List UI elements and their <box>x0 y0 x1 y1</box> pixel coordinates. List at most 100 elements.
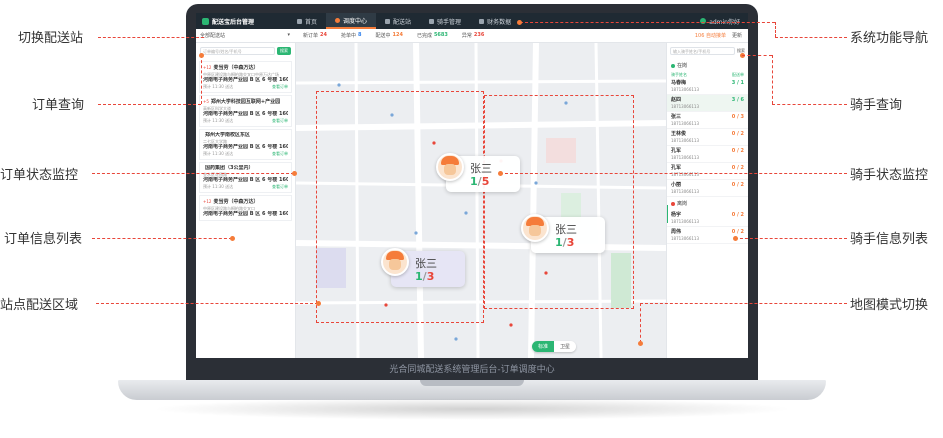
stat-new[interactable]: 新订单 24 <box>296 32 334 39</box>
rider-marker[interactable]: 张三 1/5 <box>436 153 520 192</box>
rider-row[interactable]: 小丽 18713066113 0 / 2 <box>667 180 748 197</box>
callout-map-mode: 地图模式切换 <box>850 298 929 313</box>
header-name: 骑手姓名 <box>671 72 687 77</box>
auto-accept-toggle[interactable]: 106 自动接单 <box>695 32 726 39</box>
order-card[interactable]: 国药集团（3公里内）金水区花园路河南电子商务产业园 B 区 6 号楼 1605 … <box>199 162 292 193</box>
nav-label: 首页 <box>305 18 318 26</box>
nav-finance[interactable]: 财务数据 <box>470 13 520 29</box>
user-menu[interactable]: admin你好 <box>700 17 748 26</box>
rider-row-load: 0 / 2 <box>731 131 744 137</box>
order-footer: 预计 11:30 送达 查看订单 <box>203 118 288 124</box>
rider-row[interactable]: 王林俊 18713066113 0 / 2 <box>667 129 748 146</box>
order-header: +12 麦当劳（中森万达） <box>203 64 288 72</box>
refresh-button[interactable]: 更新 <box>732 32 742 39</box>
rider-row[interactable]: 赵四 18713066113 3 / 6 <box>667 95 748 112</box>
nav-riders[interactable]: 骑手管理 <box>420 13 470 29</box>
callout-dot <box>638 341 643 346</box>
rider-marker[interactable]: 张三 1/3 <box>521 214 605 253</box>
callout-dot <box>230 236 235 241</box>
map-view[interactable]: 张三 1/5 张三 1/3 张三 1/3 标准 卫星 <box>296 43 666 358</box>
rider-icon <box>429 18 435 24</box>
stat-delivering[interactable]: 配送中 124 <box>368 32 409 39</box>
callout-dot <box>292 171 297 176</box>
callout-rider-status: 骑手状态监控 <box>850 168 929 183</box>
callout-leader <box>640 303 641 343</box>
callout-leader <box>775 37 847 38</box>
status-right: 106 自动接单 更新 <box>695 32 748 39</box>
callout-dot <box>517 20 522 25</box>
finance-icon <box>479 18 485 24</box>
group-offline[interactable]: 离岗 <box>667 197 748 210</box>
logo-icon <box>202 17 209 25</box>
station-select[interactable]: 全部配送站 ▾ <box>196 32 296 39</box>
view-order-link[interactable]: 查看订单 <box>272 118 288 124</box>
app-screen: 配送宝后台管理 首页 调度中心 配送站 骑手管理 财务数据 admin你好 全部… <box>196 13 748 358</box>
order-card[interactable]: +12 麦当劳（中森万达） 中原区建设路与桐柏路交叉口中原万达广场 河南电子商务产业园… <box>199 61 292 93</box>
rider-row[interactable]: 孔军 18713066113 0 / 2 <box>667 163 748 180</box>
rider-row[interactable]: 马春梅 18713066113 3 / 1 <box>667 78 748 95</box>
callout-leader <box>772 104 847 105</box>
order-shop: 郑州大学科技园互联网+产业园 <box>210 99 281 105</box>
delivery-zone[interactable] <box>484 95 634 309</box>
rider-row[interactable]: 孔军 18713066113 0 / 2 <box>667 146 748 163</box>
brand-name: 配送宝后台管理 <box>212 18 255 26</box>
order-dest: 河南电子商务产业园 B 区 6 号楼 1605 室 <box>203 177 288 183</box>
map-mode-satellite[interactable]: 卫星 <box>553 341 576 352</box>
order-card[interactable]: 郑州大学南校区东区二七区大学路河南电子商务产业园 B 区 6 号楼 1605 室… <box>199 129 292 160</box>
home-icon <box>297 18 302 24</box>
rider-info: 赵四 18713066113 <box>671 97 699 109</box>
rider-row[interactable]: 张三 18713066113 0 / 3 <box>667 112 748 129</box>
rider-row-phone: 18713066113 <box>671 138 699 143</box>
order-card[interactable]: +5 郑州大学科技园互联网+产业园 高新区科学大道 河南电子商务产业园 B 区 6 号… <box>199 95 292 127</box>
nav-label: 调度中心 <box>343 17 368 25</box>
stat-label: 配送中 <box>375 33 391 39</box>
rider-row-name: 周伟 <box>671 229 682 235</box>
order-footer: 预计 11:30 送达 查看订单 <box>203 184 288 190</box>
order-eta: 预计 11:30 送达 <box>203 84 234 89</box>
rider-search: 输入骑手姓名/手机号 搜索 <box>667 43 748 59</box>
stat-value: 236 <box>473 32 485 38</box>
callout-leader <box>96 303 318 304</box>
rider-list: 马春梅 18713066113 3 / 1 赵四 18713066113 3 / 6 张三 1… <box>667 78 748 244</box>
rider-marker[interactable]: 张三 1/3 <box>381 248 465 287</box>
main-nav: 首页 调度中心 配送站 骑手管理 财务数据 <box>288 13 520 29</box>
map-mode-standard[interactable]: 标准 <box>531 341 554 352</box>
group-online[interactable]: 在岗 <box>667 59 748 72</box>
stat-done[interactable]: 已完成 5683 <box>410 32 455 39</box>
view-order-link[interactable]: 查看订单 <box>272 84 288 90</box>
callout-leader <box>640 303 847 304</box>
order-header: 国药集团（3公里内） <box>203 165 288 172</box>
order-card[interactable]: +12 麦当劳（中森万达） 中原区建设路与桐柏路交叉口 河南电子商务产业园 B 区 6… <box>199 195 292 221</box>
order-footer: 预计 11:30 送达 查看订单 <box>203 151 288 157</box>
stat-exception[interactable]: 异常 236 <box>455 32 491 39</box>
order-shop: 麦当劳（中森万达） <box>213 65 259 71</box>
stat-grab[interactable]: 抢单中 8 <box>334 32 369 39</box>
delivery-zone[interactable] <box>316 91 484 323</box>
order-search-button[interactable]: 搜索 <box>277 47 291 55</box>
nav-station[interactable]: 配送站 <box>376 13 420 29</box>
nav-label: 骑手管理 <box>437 18 462 26</box>
rider-active: 1 <box>470 175 478 188</box>
nav-home[interactable]: 首页 <box>288 13 326 29</box>
dispatch-icon <box>335 17 341 23</box>
map-mode-switch: 标准 卫星 <box>531 341 576 352</box>
order-eta: 预计 11:30 送达 <box>203 184 234 189</box>
panel-collapse-handle[interactable] <box>667 205 668 223</box>
rider-row[interactable]: 杨宇 18713066113 0 / 2 <box>667 210 748 227</box>
rider-search-input[interactable]: 输入骑手姓名/手机号 <box>670 47 735 55</box>
stat-value: 24 <box>320 32 327 38</box>
stat-label: 抢单中 <box>340 33 356 39</box>
chevron-down-icon: ▾ <box>287 32 290 38</box>
callout-dot <box>199 53 204 58</box>
view-order-link[interactable]: 查看订单 <box>272 151 288 157</box>
nav-dispatch[interactable]: 调度中心 <box>326 13 377 29</box>
stat-value: 5683 <box>433 32 448 38</box>
rider-info: 王林俊 18713066113 <box>671 131 699 143</box>
avatar <box>700 18 707 24</box>
order-search-input[interactable]: 订单编号/姓名/手机号 <box>200 47 275 55</box>
rider-row-load: 0 / 2 <box>731 182 744 188</box>
user-name: admin你好 <box>709 18 740 26</box>
view-order-link[interactable]: 查看订单 <box>272 184 288 190</box>
callout-leader <box>500 173 847 174</box>
order-tag: +5 <box>203 99 209 104</box>
